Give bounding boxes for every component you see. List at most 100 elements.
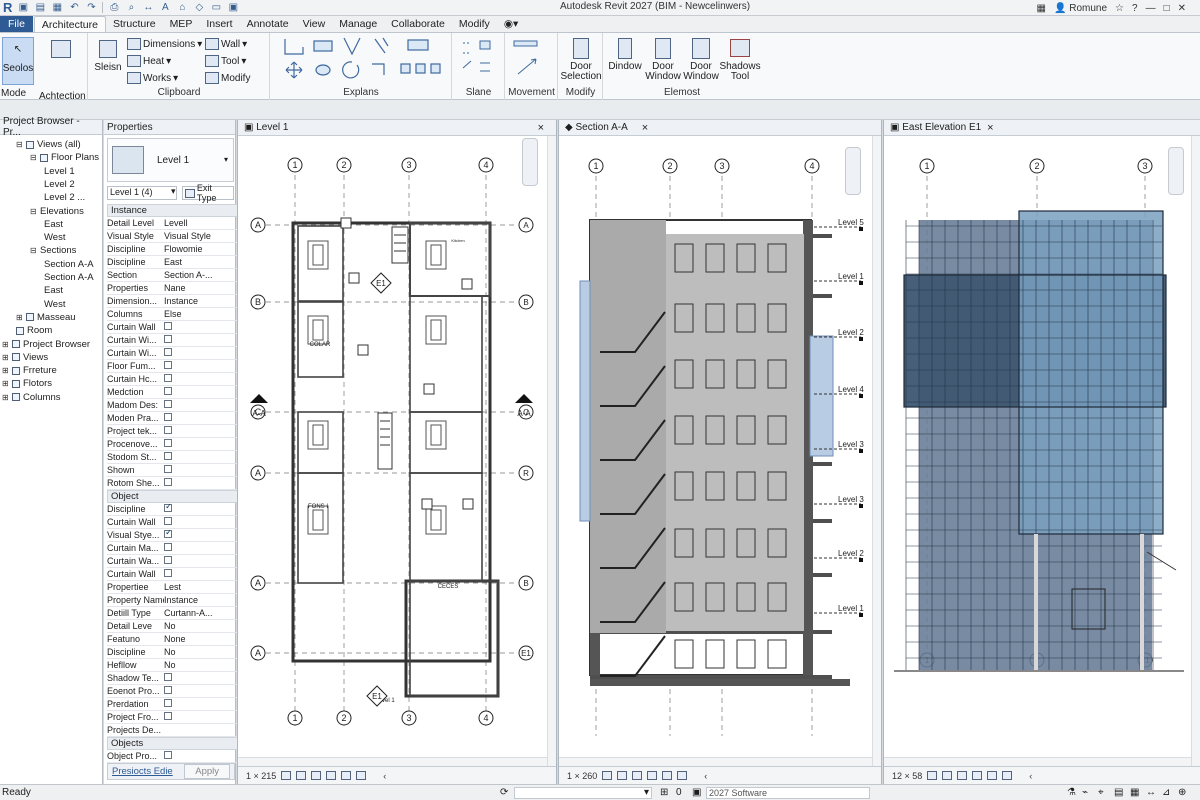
section-vertical-scrollbar[interactable]	[872, 136, 881, 766]
shadow-icon[interactable]	[326, 771, 337, 780]
project-browser-item[interactable]: West	[44, 231, 65, 244]
section-icon[interactable]: ◇	[193, 2, 205, 13]
door-selection-button[interactable]: Door Selection	[560, 36, 602, 86]
underlay-icon[interactable]: ▤	[1114, 787, 1123, 798]
dimensions-button[interactable]: Dimensions ▾	[127, 38, 202, 50]
section-hide-icon[interactable]	[677, 771, 688, 780]
sun-path-icon[interactable]	[311, 771, 322, 780]
level-1-vertical-scrollbar[interactable]	[547, 136, 556, 766]
checkbox-icon[interactable]	[164, 335, 172, 343]
detail-level-icon[interactable]	[281, 771, 292, 780]
drag-icon[interactable]: ↔	[1146, 787, 1156, 798]
checkbox-icon[interactable]	[164, 543, 172, 551]
dimension-icon[interactable]: ↔	[142, 2, 154, 13]
link-icon[interactable]: ⌁	[1082, 787, 1088, 798]
collapse-icon[interactable]: ⊟	[30, 246, 38, 255]
project-browser-item[interactable]: East	[44, 218, 63, 231]
workset-dropdown-icon[interactable]: ▾	[644, 787, 649, 798]
project-browser-item[interactable]: Level 2	[44, 178, 75, 191]
elevation-horizontal-scrollbar[interactable]	[884, 757, 1191, 766]
project-browser-item[interactable]: ⊞ Project Browser	[2, 338, 90, 351]
elevation-sun-path-icon[interactable]	[957, 771, 968, 780]
expand-icon[interactable]: ⊞	[2, 353, 10, 362]
selection-filter-icon[interactable]: ⊕	[1178, 787, 1186, 798]
open-icon[interactable]: ▣	[17, 2, 29, 13]
level-1-horizontal-scrollbar[interactable]	[238, 757, 547, 766]
elevation-detail-level-icon[interactable]	[927, 771, 938, 780]
checkbox-icon[interactable]	[164, 426, 172, 434]
project-browser-item[interactable]: ⊟ Elevations	[30, 205, 84, 218]
checkbox-icon[interactable]	[164, 452, 172, 460]
east-elevation-tab[interactable]: ▣ East Elevation E1 ×	[884, 120, 1200, 136]
filter-icon[interactable]: ⚗	[1067, 787, 1076, 798]
door-window-button-1[interactable]: Door Window	[645, 36, 681, 86]
expand-icon[interactable]: ⊞	[16, 313, 24, 322]
project-browser-item[interactable]: West	[44, 298, 65, 311]
section-detail-level-icon[interactable]	[602, 771, 613, 780]
section-sun-path-icon[interactable]	[632, 771, 643, 780]
close-level-1-tab-icon[interactable]: ×	[538, 122, 544, 134]
properties-help-link[interactable]: Presiocts Edie	[112, 766, 173, 777]
level-1-tab[interactable]: ▣ Level 1 ×	[238, 120, 556, 136]
maximize-button[interactable]: □	[1164, 3, 1170, 14]
level-1-scroll-left-icon[interactable]: ‹	[383, 771, 386, 781]
section-scale[interactable]: 1 × 260	[567, 771, 597, 781]
section-drawing[interactable]: 1 2 3 4 Level 5 Level 1 Level 2 Level 4 Level 3 L…	[559, 136, 874, 757]
sync-icon[interactable]: ▦	[51, 2, 63, 13]
checkbox-icon[interactable]	[164, 517, 172, 525]
elevation-visual-style-icon[interactable]	[942, 771, 953, 780]
close-elevation-tab-icon[interactable]: ×	[987, 122, 993, 134]
pin-icon[interactable]: ⌖	[1098, 787, 1104, 798]
checkbox-icon[interactable]	[164, 439, 172, 447]
shadows-tool-button[interactable]: Shadows Tool	[719, 36, 761, 86]
expand-icon[interactable]: ⊞	[2, 393, 10, 402]
workset-selector[interactable]	[514, 787, 652, 799]
save-icon[interactable]: ▤	[34, 2, 46, 13]
section-visual-style-icon[interactable]	[617, 771, 628, 780]
tab-modify[interactable]: Modify	[452, 16, 497, 32]
model-selector[interactable]: 2027 Software	[706, 787, 870, 799]
design-options-icon[interactable]: ▣	[692, 787, 701, 798]
filter-selection-icon[interactable]: ⊿	[1162, 787, 1170, 798]
checkbox-icon[interactable]	[164, 478, 172, 486]
instance-selector[interactable]: Level 1 (4)	[107, 186, 177, 200]
project-browser-item[interactable]: ⊟ Sections	[30, 244, 76, 257]
elevation-scroll-left-icon[interactable]: ‹	[1029, 771, 1032, 781]
checkbox-icon[interactable]	[164, 569, 172, 577]
tab-mep[interactable]: MEP	[163, 16, 200, 32]
close-window-button[interactable]: ✕	[1178, 3, 1186, 14]
tab-annotate[interactable]: Annotate	[240, 16, 296, 32]
user-account[interactable]: 👤 Romune	[1054, 3, 1107, 14]
elevation-hide-icon[interactable]	[1002, 771, 1013, 780]
ribbon-options-icon[interactable]: ◉▾	[497, 16, 525, 32]
tab-view[interactable]: View	[296, 16, 333, 32]
project-browser-item[interactable]: ⊟ Floor Plans	[30, 151, 99, 164]
tab-insert[interactable]: Insert	[199, 16, 239, 32]
expand-icon[interactable]: ⊞	[2, 366, 10, 375]
edit-type-button[interactable]: Exit Type	[182, 183, 234, 203]
collapse-icon[interactable]: ⊟	[16, 140, 24, 149]
tab-collaborate[interactable]: Collaborate	[384, 16, 452, 32]
tool-button[interactable]: Tool ▾	[205, 55, 246, 67]
section-horizontal-scrollbar[interactable]	[559, 757, 872, 766]
checkbox-icon[interactable]	[164, 712, 172, 720]
project-browser-item[interactable]: ⊞ Flotors	[2, 377, 52, 390]
slane-tools[interactable]	[453, 33, 505, 85]
elevation-vertical-scrollbar[interactable]	[1191, 136, 1200, 766]
editable-only-icon[interactable]: ⊞	[660, 787, 668, 798]
checkbox-icon[interactable]	[164, 413, 172, 421]
3d-view-icon[interactable]: ⌂	[176, 2, 188, 13]
section-tab[interactable]: ◆ Section A-A ×	[559, 120, 881, 136]
project-browser-item[interactable]: East	[44, 284, 63, 297]
checkbox-icon[interactable]	[164, 348, 172, 356]
door-window-button-2[interactable]: Door Window	[683, 36, 719, 86]
checkbox-icon[interactable]	[164, 699, 172, 707]
level-1-scale[interactable]: 1 × 215	[246, 771, 276, 781]
infocenter-icon[interactable]: ▦	[1037, 3, 1046, 14]
collapse-icon[interactable]: ⊟	[30, 153, 38, 162]
print-icon[interactable]: ⎙	[108, 2, 120, 13]
section-shadow-icon[interactable]	[647, 771, 658, 780]
floor-plan-drawing[interactable]: 11223344A AB BC CA RA BA E1E1A-A A-ACOLARFONS I…	[238, 136, 549, 757]
elevation-crop-view-icon[interactable]	[987, 771, 998, 780]
help-icon[interactable]: ?	[1132, 3, 1138, 14]
